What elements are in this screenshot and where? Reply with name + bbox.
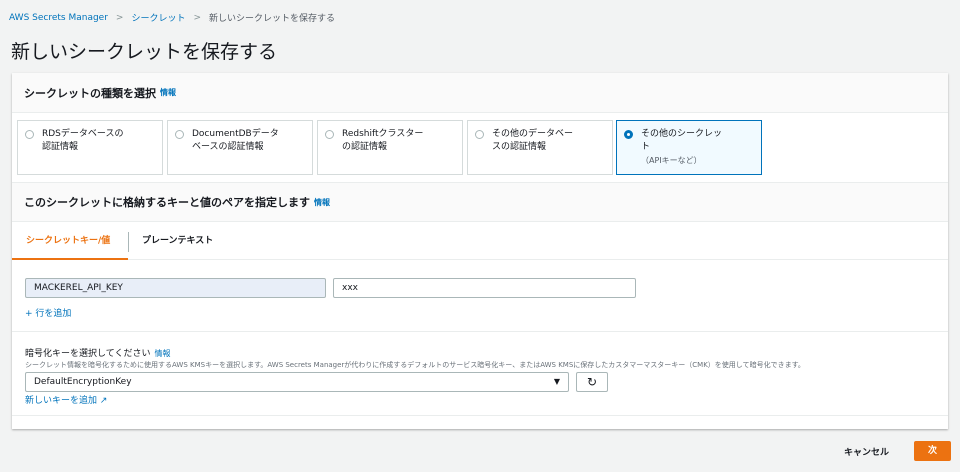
secret-type-option[interactable]: その他のシークレット （APIキーなど）	[616, 120, 762, 175]
secret-type-option[interactable]: その他のデータベー スの認証情報	[467, 120, 613, 175]
secret-type-header: シークレットの種類を選択 情報	[12, 73, 948, 113]
breadcrumb: AWS Secrets Manager > シークレット > 新しいシークレットを保…	[9, 11, 336, 25]
add-row-link[interactable]: + 行を追加	[25, 306, 71, 319]
breadcrumb-current: 新しいシークレットを保存する	[209, 14, 336, 24]
page-title: 新しいシークレットを保存する	[11, 41, 278, 63]
selected-value: DefaultEncryptionKey	[34, 377, 132, 387]
option-label: その他のデータベー	[492, 129, 574, 139]
option-sublabel: （APIキーなど）	[641, 156, 702, 165]
secret-type-option[interactable]: RDSデータベースの 認証情報	[17, 120, 163, 175]
section-title: このシークレットに格納するキーと値のペアを指定します	[24, 196, 310, 209]
encryption-key-select[interactable]: DefaultEncryptionKey ▼	[25, 372, 569, 392]
divider	[12, 331, 948, 332]
caret-down-icon: ▼	[553, 377, 560, 386]
radio-button[interactable]	[475, 130, 484, 139]
secret-type-option[interactable]: DocumentDBデータ ベースの認証情報	[167, 120, 313, 175]
next-button[interactable]: 次	[914, 441, 951, 461]
encryption-label-row: 暗号化キーを選択してください 情報	[25, 346, 170, 359]
option-label: Redshiftクラスター	[342, 129, 424, 139]
option-label-line2: スの認証情報	[492, 142, 547, 152]
main-panel: シークレットの種類を選択 情報 RDSデータベースの 認証情報 DocumentDBデ…	[12, 73, 948, 429]
add-key-label: 新しいキーを追加	[25, 396, 98, 406]
refresh-icon: ↻	[586, 375, 598, 389]
key-input[interactable]: MACKEREL_API_KEY	[25, 278, 326, 298]
encryption-label: 暗号化キーを選択してください	[25, 349, 151, 359]
value-input[interactable]: xxx	[333, 278, 636, 298]
option-label: その他のシークレッ	[641, 129, 723, 139]
option-label-line2: ト	[641, 142, 651, 152]
secret-type-option[interactable]: Redshiftクラスター の認証情報	[317, 120, 463, 175]
radio-button[interactable]	[25, 130, 34, 139]
tab-secret-key-value[interactable]: シークレットキー/値	[12, 222, 128, 260]
radio-button[interactable]	[175, 130, 184, 139]
option-label: DocumentDBデータ	[192, 129, 279, 139]
option-label: RDSデータベースの	[42, 129, 124, 139]
info-link[interactable]: 情報	[154, 349, 170, 358]
radio-button[interactable]	[624, 130, 633, 139]
section-title: シークレットの種類を選択	[24, 86, 156, 100]
chevron-right-icon: >	[193, 12, 202, 23]
cancel-button[interactable]: キャンセル	[844, 445, 889, 458]
tab-plaintext[interactable]: プレーンテキスト	[142, 222, 213, 260]
encryption-description: シークレット情報を暗号化するために使用するAWS KMSキーを選択します。AWS…	[25, 361, 805, 369]
option-label-line2: 認証情報	[42, 142, 79, 152]
tab-divider	[128, 232, 129, 252]
chevron-right-icon: >	[115, 12, 124, 23]
tab-bar: シークレットキー/値 プレーンテキスト	[12, 222, 948, 260]
external-link-icon: ↗	[99, 396, 108, 406]
info-link[interactable]: 情報	[160, 87, 176, 98]
kv-header: このシークレットに格納するキーと値のペアを指定します 情報	[12, 182, 948, 222]
option-label-line2: の認証情報	[342, 142, 388, 152]
breadcrumb-secrets[interactable]: シークレット	[131, 11, 185, 24]
option-label-line2: ベースの認証情報	[192, 142, 264, 152]
refresh-button[interactable]: ↻	[576, 372, 608, 392]
breadcrumb-secrets-manager[interactable]: AWS Secrets Manager	[9, 13, 108, 23]
info-link[interactable]: 情報	[314, 197, 330, 208]
divider	[12, 415, 948, 416]
radio-button[interactable]	[325, 130, 334, 139]
add-new-key-link[interactable]: 新しいキーを追加 ↗	[25, 393, 107, 406]
